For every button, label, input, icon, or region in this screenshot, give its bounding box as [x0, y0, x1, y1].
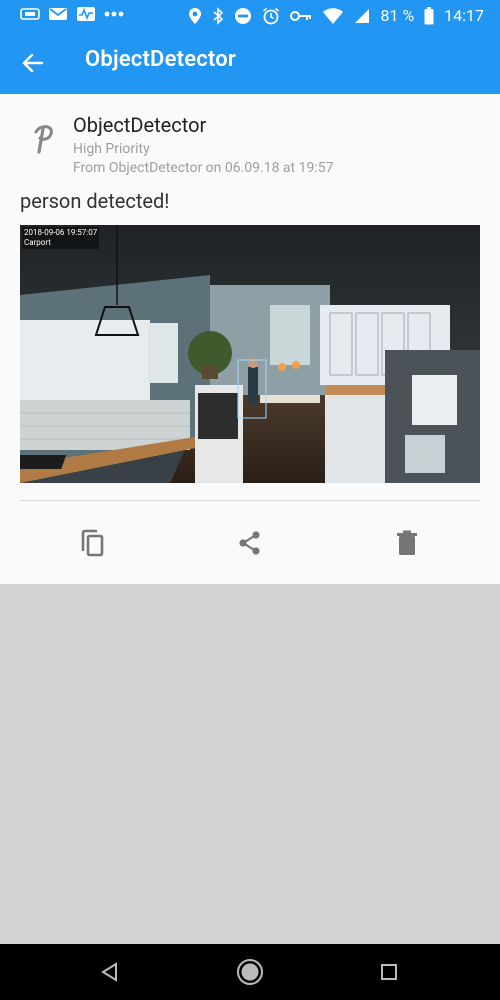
key-icon: [290, 10, 312, 21]
display-icon: [20, 8, 40, 20]
pushover-logo-icon: [34, 125, 53, 154]
camera-overlay: 2018-09-06 19:57:07 Carport: [22, 227, 100, 249]
triangle-back-icon: [101, 962, 117, 982]
activity-icon: [77, 7, 95, 21]
page-title: ObjectDetector: [85, 47, 237, 72]
system-nav-bar: [0, 944, 500, 1000]
camera-name: Carport: [24, 238, 51, 247]
divider: [20, 500, 480, 501]
share-icon: [239, 531, 260, 555]
status-bar: 81 % 14:17: [0, 0, 500, 32]
cell-signal-icon: [355, 8, 370, 23]
wifi-icon: [323, 7, 344, 24]
app-bar: ObjectDetector: [0, 32, 500, 94]
status-notification-icons: [20, 6, 124, 22]
source-line: From ObjectDetector on 06.09.18 at 19:57: [73, 160, 334, 176]
copy-icon: [81, 529, 104, 557]
mail-check-icon: [49, 8, 67, 20]
notification-title: ObjectDetector: [73, 113, 207, 137]
delete-icon: [397, 530, 417, 555]
nav-recents-button[interactable]: [375, 958, 403, 986]
delete-button[interactable]: [391, 527, 423, 559]
do-not-disturb-icon: [235, 7, 252, 24]
camera-timestamp: 2018-09-06 19:57:07: [24, 228, 98, 237]
battery-icon: [424, 6, 434, 24]
kitchen-scene-image: [20, 225, 480, 483]
priority-label: High Priority: [73, 141, 150, 157]
clock: 14:17: [444, 6, 484, 25]
more-dots-icon: [104, 11, 124, 17]
battery-percent: 81 %: [380, 6, 415, 25]
alarm-icon: [263, 7, 280, 24]
square-recents-icon: [381, 964, 397, 980]
arrow-back-icon: [22, 53, 44, 73]
camera-snapshot[interactable]: 2018-09-06 19:57:07 Carport: [20, 225, 480, 483]
nav-home-button[interactable]: [236, 958, 264, 986]
bluetooth-icon: [213, 6, 224, 25]
copy-button[interactable]: [76, 527, 108, 559]
notification-message: person detected!: [20, 189, 170, 213]
home-circle-icon: [237, 959, 263, 985]
back-button[interactable]: [16, 46, 50, 80]
nav-back-button[interactable]: [96, 958, 124, 986]
share-button[interactable]: [234, 527, 266, 559]
location-icon: [189, 7, 202, 24]
status-system-icons: 81 % 14:17: [188, 6, 484, 25]
